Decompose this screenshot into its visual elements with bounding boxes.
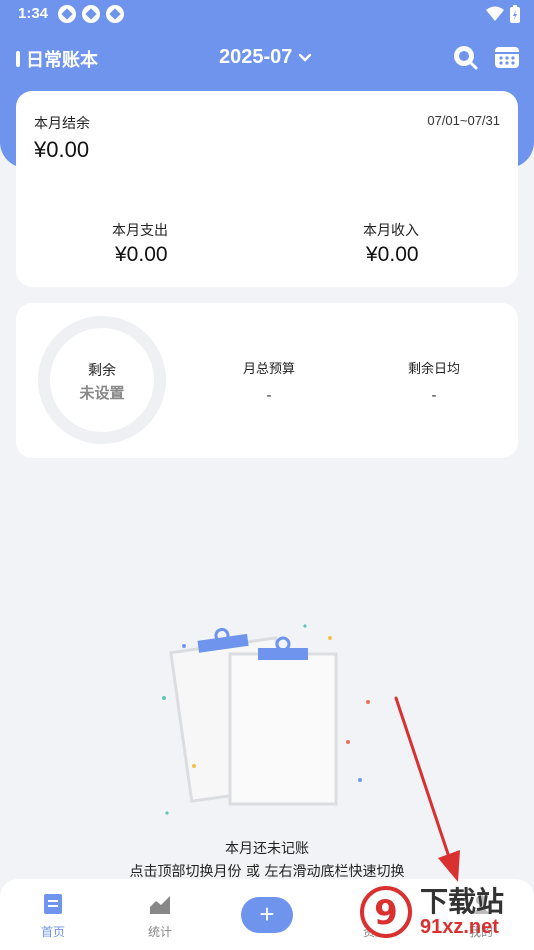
calendar-icon[interactable]: [494, 44, 520, 70]
monthly-budget: 月总预算 -: [209, 358, 329, 404]
tab-home-label: 首页: [40, 925, 65, 939]
watermark-logo: 9: [360, 886, 412, 938]
annotation-arrow: [394, 696, 460, 882]
status-bar: 1:34: [0, 0, 534, 30]
income-value: ¥0.00: [366, 243, 419, 266]
remaining-value: 未设置: [79, 384, 125, 402]
battery-icon: [510, 5, 520, 23]
daily-average-label: 剩余日均: [407, 362, 460, 377]
book-switcher[interactable]: 日常账本: [16, 46, 98, 72]
tab-statistics[interactable]: 统计: [120, 893, 200, 940]
monthly-budget-value: -: [266, 387, 272, 404]
date-range: 07/01~07/31: [427, 113, 500, 128]
chart-icon: [150, 896, 170, 914]
month-label: 2025-07: [219, 46, 293, 68]
add-icon: +: [259, 899, 275, 929]
month-picker[interactable]: 2025-07: [219, 46, 312, 69]
home-icon: [44, 894, 62, 914]
chevron-down-icon: [299, 53, 312, 62]
monthly-summary-card[interactable]: 本月结余 ¥0.00 07/01~07/31 本月支出 ¥0.00 本月收入 ¥…: [16, 91, 518, 287]
status-notification-icons: [58, 5, 124, 23]
top-bar: 日常账本 2025-07: [0, 40, 534, 78]
daily-average: 剩余日均 -: [374, 358, 494, 404]
status-right-icons: [486, 5, 520, 23]
status-time: 1:34: [18, 5, 49, 22]
remaining-label: 剩余: [88, 363, 116, 379]
search-icon[interactable]: [452, 44, 478, 70]
watermark-logo-glyph: 9: [374, 893, 398, 933]
budget-ring: 剩余 未设置: [38, 316, 166, 444]
book-indicator: [16, 51, 20, 67]
monthly-budget-label: 月总预算: [242, 362, 295, 377]
tab-home[interactable]: 首页: [13, 893, 93, 940]
add-record-button[interactable]: +: [241, 897, 293, 933]
notification-app-icon: [58, 5, 76, 23]
expense-label: 本月支出: [112, 223, 168, 239]
notification-app-icon: [82, 5, 100, 23]
balance-value: ¥0.00: [34, 137, 90, 162]
income-label: 本月收入: [363, 223, 419, 239]
notification-app-icon: [106, 5, 124, 23]
expense-value: ¥0.00: [115, 243, 168, 266]
empty-clipboard-illustration: [162, 624, 370, 815]
book-name: 日常账本: [26, 50, 98, 71]
tab-statistics-label: 统计: [147, 925, 172, 939]
watermark-text: 下载站: [420, 885, 505, 918]
site-watermark: 9 下载站 91xz.net: [360, 878, 530, 948]
balance-label: 本月结余: [34, 116, 90, 132]
watermark-url: 91xz.net: [420, 916, 499, 938]
daily-average-value: -: [431, 387, 437, 404]
wifi-icon: [486, 6, 504, 21]
budget-card[interactable]: 剩余 未设置 月总预算 - 剩余日均 -: [16, 303, 518, 458]
